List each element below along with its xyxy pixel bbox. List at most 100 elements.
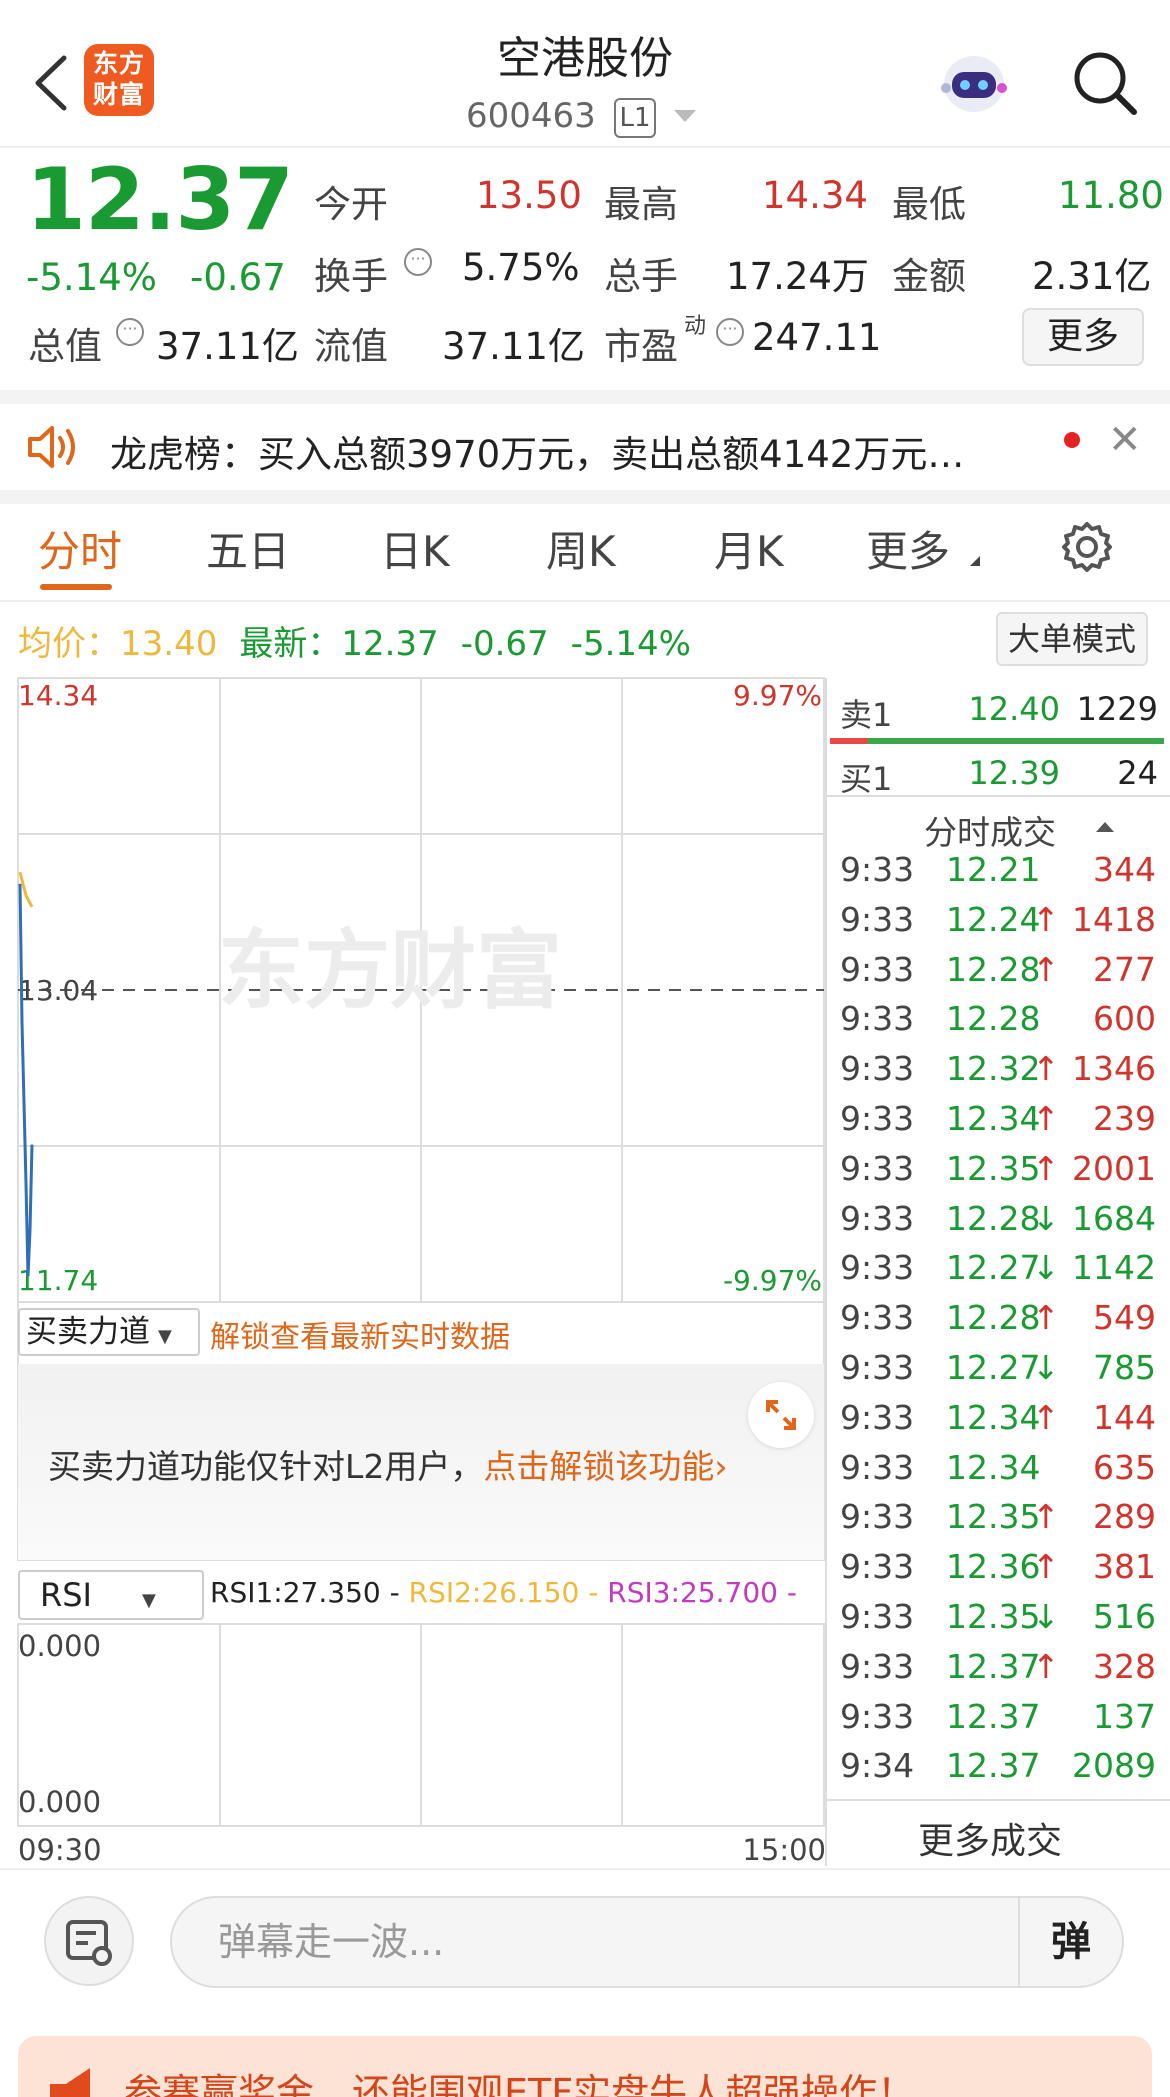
trade-volume: 277: [1093, 949, 1156, 989]
bid-1-row[interactable]: 买1 12.39 24: [828, 754, 1170, 800]
tab-weekly-k[interactable]: 周K: [546, 518, 616, 578]
tab-daily-k[interactable]: 日K: [380, 518, 450, 578]
indicator-select-buysell[interactable]: 买卖力道 ▼: [18, 1308, 200, 1356]
trade-volume: 549: [1093, 1298, 1156, 1338]
trade-time: 9:33: [840, 1497, 915, 1537]
trade-price: 12.35: [946, 1497, 1041, 1537]
turnover-label: 换手: [314, 255, 388, 298]
ask-1-row[interactable]: 卖1 12.40 1229: [828, 690, 1170, 736]
trade-row: 9:33 12.27 ↓ 785: [828, 1348, 1156, 1398]
volume-label: 总手: [604, 255, 678, 298]
trade-price: 12.28: [946, 1298, 1041, 1338]
trade-price: 12.37: [946, 1746, 1041, 1786]
avg-price-label: 均价：: [18, 624, 120, 664]
indicator-select-rsi[interactable]: RSI ▼: [18, 1570, 204, 1620]
info-icon[interactable]: ···: [404, 248, 432, 276]
megaphone-icon: [50, 2068, 90, 2097]
trade-time: 9:33: [840, 999, 915, 1039]
y-axis-max-label: 14.34: [18, 679, 98, 712]
comment-settings-button[interactable]: [44, 1896, 134, 1986]
trade-price: 12.37: [946, 1696, 1041, 1736]
trade-price: 12.35: [946, 1148, 1041, 1188]
chevron-down-icon: ▼: [158, 1326, 172, 1347]
info-icon[interactable]: ···: [716, 318, 744, 346]
tab-more[interactable]: 更多: [866, 518, 950, 578]
trade-row: 9:33 12.35 ↑ 2001: [828, 1149, 1156, 1199]
unlock-feature-link[interactable]: 点击解锁该功能: [483, 1447, 714, 1486]
arrow-up-icon: ↑: [1032, 1099, 1060, 1138]
sort-arrow-icon[interactable]: [1096, 822, 1114, 832]
trade-row: 9:33 12.34 ↑ 144: [828, 1398, 1156, 1448]
stock-code[interactable]: 600463: [466, 96, 596, 136]
trade-row: 9:33 12.28 ↓ 1684: [828, 1199, 1156, 1249]
pe-value: 247.11: [752, 316, 882, 359]
trade-volume: 635: [1093, 1447, 1156, 1487]
app-logo[interactable]: 东方 财富: [84, 44, 154, 116]
trade-price: 12.28: [946, 999, 1041, 1039]
trade-row: 9:34 12.37 2089: [828, 1746, 1156, 1796]
trade-price: 12.36: [946, 1547, 1041, 1587]
expand-button[interactable]: [748, 1382, 814, 1448]
big-order-mode-button[interactable]: 大单模式: [996, 612, 1148, 666]
trade-time: 9:33: [840, 1148, 915, 1188]
trade-volume: 516: [1093, 1597, 1156, 1636]
pct-min-label: -9.97%: [723, 1264, 822, 1297]
robot-assistant-icon[interactable]: [938, 48, 1010, 120]
current-price: 12.37: [26, 150, 294, 250]
trade-volume: 1684: [1072, 1198, 1156, 1238]
trade-row: 9:33 12.28 ↑ 549: [828, 1298, 1156, 1348]
info-icon[interactable]: ···: [116, 318, 144, 346]
change-percent: -5.14%: [26, 256, 157, 299]
buysell-locked-text: 买卖力道功能仅针对L2用户，点击解锁该功能›: [48, 1447, 728, 1486]
pe-label: 市盈: [604, 325, 678, 368]
danmu-toggle-button[interactable]: 弹: [1018, 1898, 1122, 1986]
watermark: 东方财富: [218, 921, 562, 1021]
arrow-up-icon: ↑: [1032, 1547, 1060, 1587]
divider: [0, 490, 1170, 504]
trade-time: 9:33: [840, 949, 915, 989]
tab-intraday[interactable]: 分时: [38, 518, 122, 578]
chevron-right-icon[interactable]: ›: [714, 1447, 727, 1486]
stock-name: 空港股份: [497, 33, 673, 84]
stat-line: 均价：13.40 最新：12.37 -0.67 -5.14%: [18, 616, 691, 665]
y-axis-prev-close-label: 13.04: [18, 974, 98, 1007]
arrow-down-icon: ↓: [1032, 1198, 1060, 1238]
trades-title[interactable]: 分时成交: [924, 806, 1056, 854]
trade-volume: 1346: [1072, 1049, 1156, 1089]
unlock-realtime-link[interactable]: 解锁查看最新实时数据: [210, 1312, 510, 1356]
trade-volume: 289: [1093, 1497, 1156, 1537]
trade-time: 9:33: [840, 1547, 915, 1587]
trade-time: 9:33: [840, 1646, 915, 1686]
caret-down-icon[interactable]: [674, 110, 696, 122]
trade-time: 9:33: [840, 1348, 915, 1387]
ask-1-volume: 1229: [1076, 690, 1158, 728]
more-trades-button[interactable]: 更多成交: [918, 1812, 1062, 1864]
market-cap-label: 总值: [28, 325, 102, 368]
pct-max-label: 9.97%: [733, 679, 822, 712]
back-button[interactable]: [26, 50, 76, 116]
trade-price: 12.34: [946, 1397, 1041, 1437]
search-button[interactable]: [1070, 48, 1140, 118]
danmu-input[interactable]: 弹幕走一波...: [170, 1896, 1124, 1988]
news-banner[interactable]: 龙虎榜：买入总额3970万元，卖出总额4142万元…: [0, 404, 1170, 490]
more-quote-button[interactable]: 更多: [1022, 308, 1144, 366]
close-icon[interactable]: ✕: [1108, 418, 1142, 462]
divider: [0, 600, 1170, 602]
trade-row: 9:33 12.34 635: [828, 1448, 1156, 1498]
chevron-left-icon: [35, 55, 67, 111]
trade-row: 9:33 12.35 ↑ 289: [828, 1497, 1156, 1547]
trade-price: 12.32: [946, 1049, 1041, 1089]
trade-volume: 2001: [1072, 1148, 1156, 1188]
trade-price: 12.28: [946, 949, 1041, 989]
tab-monthly-k[interactable]: 月K: [714, 518, 784, 578]
level-badge[interactable]: L1: [614, 98, 656, 138]
trade-price: 12.24: [946, 899, 1041, 939]
trade-row: 9:33 12.32 ↑ 1346: [828, 1049, 1156, 1099]
tab-five-day[interactable]: 五日: [206, 518, 290, 578]
high-label: 最高: [604, 183, 678, 226]
pe-label-sup: 动: [684, 314, 707, 339]
settings-button[interactable]: [1060, 520, 1114, 578]
latest-label: 最新：: [239, 624, 342, 664]
arrow-up-icon: ↑: [1032, 1646, 1060, 1686]
search-icon: [1074, 52, 1137, 115]
